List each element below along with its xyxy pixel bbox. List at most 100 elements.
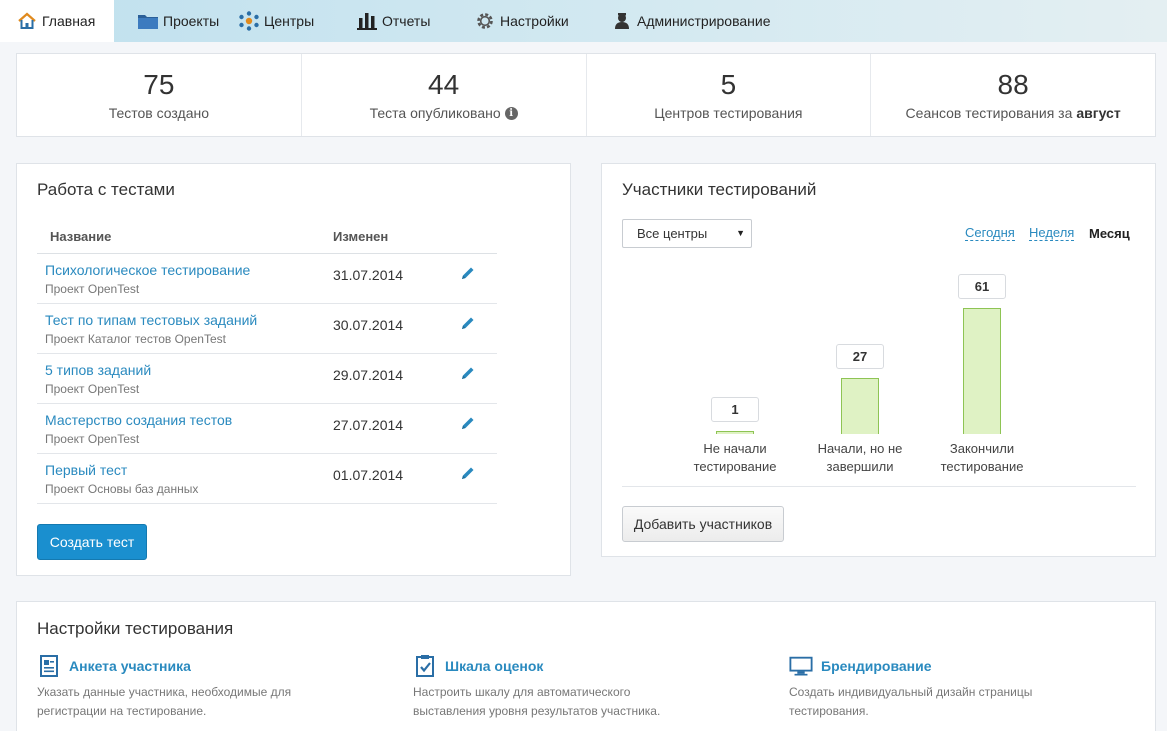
network-icon [238, 11, 260, 31]
chart-data-label: 1 [711, 397, 759, 422]
stat-value: 75 [143, 69, 175, 100]
setting-participant-form: Анкета участника Указать данные участник… [37, 654, 377, 721]
test-date: 29.07.2014 [333, 367, 404, 383]
test-name-link[interactable]: 5 типов заданий [45, 362, 333, 378]
test-date: 01.07.2014 [333, 467, 404, 483]
chart-category-label: Не начали тестирование [680, 440, 790, 476]
nav-item-label: Главная [42, 13, 96, 29]
setting-title-link[interactable]: Брендирование [821, 658, 932, 674]
chart-category-line: Начали, но не [817, 441, 903, 456]
edit-pencil-icon[interactable] [460, 365, 476, 381]
nav-item-settings[interactable]: Настройки [474, 0, 611, 42]
column-header-name[interactable]: Название [37, 229, 333, 244]
dropdown-arrow-icon: ▼ [736, 228, 745, 238]
nav-item-label: Администрирование [637, 13, 771, 29]
stat-value: 5 [720, 69, 737, 100]
table-header: Название Изменен [37, 220, 497, 254]
nav-item-label: Центры [264, 13, 315, 29]
edit-pencil-icon[interactable] [460, 315, 476, 331]
nav-item-administration[interactable]: Администрирование [611, 0, 771, 42]
gear-icon [474, 11, 496, 31]
period-month[interactable]: Месяц [1089, 226, 1130, 241]
test-project: Проект OpenTest [45, 432, 140, 446]
table-row: 5 типов заданий Проект OpenTest 29.07.2014 [37, 354, 497, 404]
form-icon [37, 654, 61, 678]
add-participants-button[interactable]: Добавить участников [622, 506, 784, 542]
period-today-link[interactable]: Сегодня [965, 226, 1015, 241]
test-project: Проект Основы баз данных [45, 482, 199, 496]
chart-category-line: тестирование [693, 459, 777, 474]
nav-item-label: Настройки [500, 13, 569, 29]
testing-settings-panel: Настройки тестирования Анкета участника … [16, 601, 1156, 731]
nav-item-label: Проекты [163, 13, 220, 29]
stat-tests-created: 75 Тестов создано [17, 54, 302, 136]
setting-title-link[interactable]: Шкала оценок [445, 658, 543, 674]
table-row: Психологическое тестирование Проект OpenT… [37, 254, 497, 304]
stats-bar: 75 Тестов создано 44 Теста опубликовано … [16, 53, 1156, 137]
chart-category-label: Закончили тестирование [927, 440, 1037, 476]
chart-category-line: Не начали [703, 441, 767, 456]
participants-panel: Участники тестирований Все центры ▼ Сего… [601, 163, 1156, 557]
info-icon[interactable]: i [504, 106, 518, 120]
edit-pencil-icon[interactable] [460, 415, 476, 431]
tests-panel: Работа с тестами Название Изменен Психол… [16, 163, 571, 576]
test-name-link[interactable]: Мастерство создания тестов [45, 412, 333, 428]
panel-title: Работа с тестами [37, 180, 175, 199]
panel-title: Настройки тестирования [37, 619, 234, 638]
stat-month[interactable]: август [1076, 105, 1120, 121]
edit-pencil-icon[interactable] [460, 465, 476, 481]
setting-description: Настроить шкалу для автоматического выст… [413, 685, 661, 718]
participants-chart: 1 Не начали тестирование 27 Начали, но не зав… [602, 264, 1157, 489]
stat-testing-centers: 5 Центров тестирования [587, 54, 872, 136]
table-row: Первый тест Проект Основы баз данных 01.07… [37, 454, 497, 504]
nav-item-centers[interactable]: Центры [238, 0, 356, 42]
test-name-link[interactable]: Тест по типам тестовых заданий [45, 312, 333, 328]
chart-bar [841, 378, 879, 434]
stat-tests-published: 44 Теста опубликовано i [302, 54, 587, 136]
stat-label: Тестов создано [108, 105, 210, 121]
test-name-link[interactable]: Первый тест [45, 462, 333, 478]
edit-pencil-icon[interactable] [460, 265, 476, 281]
stat-value: 44 [428, 69, 460, 100]
center-select-value: Все центры [637, 226, 708, 241]
chart-divider [622, 486, 1136, 487]
setting-description: Создать индивидуальный дизайн страницы т… [789, 685, 1033, 718]
setting-description: Указать данные участника, необходимые дл… [37, 685, 292, 718]
table-row: Мастерство создания тестов Проект OpenTes… [37, 404, 497, 454]
nav-item-projects[interactable]: Проекты [114, 0, 238, 42]
chart-bar [716, 431, 754, 434]
test-date: 31.07.2014 [333, 267, 404, 283]
test-date: 30.07.2014 [333, 317, 404, 333]
setting-branding: Брендирование Создать индивидуальный диз… [789, 654, 1129, 721]
setting-grading-scale: Шкала оценок Настроить шкалу для автомат… [413, 654, 753, 721]
nav-item-home[interactable]: Главная [0, 0, 114, 42]
period-week-link[interactable]: Неделя [1029, 226, 1075, 241]
bar-chart-icon [356, 11, 378, 31]
test-name-link[interactable]: Психологическое тестирование [45, 262, 333, 278]
admin-icon [611, 11, 633, 31]
stat-label: Теста опубликовано [369, 105, 501, 121]
stat-testing-sessions: 88 Сеансов тестирования за август [871, 54, 1155, 136]
create-test-button[interactable]: Создать тест [37, 524, 147, 560]
chart-bar [963, 308, 1001, 434]
panel-title: Участники тестирований [622, 180, 817, 199]
test-project: Проект OpenTest [45, 282, 140, 296]
tests-table: Название Изменен Психологическое тестиро… [37, 220, 497, 504]
center-select[interactable]: Все центры ▼ [622, 219, 752, 248]
chart-category-line: тестирование [940, 459, 1024, 474]
test-project: Проект Каталог тестов OpenTest [45, 332, 226, 346]
folder-icon [137, 11, 159, 31]
nav-item-reports[interactable]: Отчеты [356, 0, 474, 42]
nav-item-label: Отчеты [382, 13, 431, 29]
setting-title-link[interactable]: Анкета участника [69, 658, 191, 674]
stat-label: Сеансов тестирования за [905, 105, 1073, 121]
test-project: Проект OpenTest [45, 382, 140, 396]
top-nav: Главная Проекты Центры Отчеты Настройки … [0, 0, 1167, 42]
chart-category-line: Закончили [949, 441, 1015, 456]
chart-data-label: 27 [836, 344, 884, 369]
stat-value: 88 [997, 69, 1029, 100]
stat-label: Центров тестирования [654, 105, 803, 121]
column-header-changed[interactable]: Изменен [333, 229, 453, 244]
monitor-icon [789, 654, 813, 678]
test-date: 27.07.2014 [333, 417, 404, 433]
